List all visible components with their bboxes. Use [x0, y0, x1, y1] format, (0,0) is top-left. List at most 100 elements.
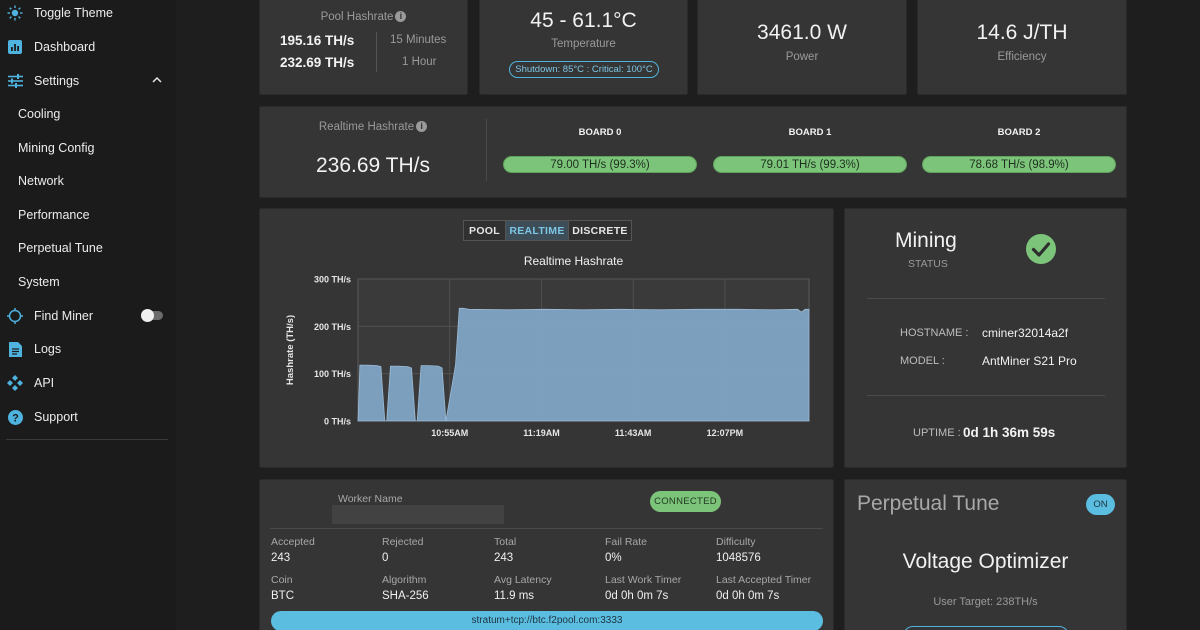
board-2-label: BOARD 2	[997, 127, 1041, 138]
coin-label: Coin	[271, 574, 293, 586]
sidebar-item-label: System	[18, 275, 60, 289]
temperature-label: Temperature	[551, 38, 616, 50]
mining-status-card: Mining STATUS HOSTNAME : cminer32014a2f …	[844, 208, 1127, 468]
sidebar-item-label: Mining Config	[18, 141, 95, 155]
mining-status-subtitle: STATUS	[908, 258, 948, 270]
sidebar-item-label: Dashboard	[34, 40, 96, 54]
total-label: Total	[494, 536, 517, 548]
info-icon[interactable]: i	[416, 121, 428, 132]
chart-x-tick-label: 11:19AM	[523, 428, 560, 438]
realtime-hashrate-title-text: Realtime Hashrate	[318, 121, 415, 133]
pool-url-button[interactable]: stratum+tcp://btc.f2pool.com:3333	[271, 611, 823, 630]
last-work-timer-label: Last Work Timer	[605, 574, 682, 586]
sidebar-item-network[interactable]: Network	[0, 166, 176, 196]
pool-divider	[270, 528, 823, 529]
realtime-divider	[486, 119, 487, 181]
sidebar-item-settings[interactable]: Settings	[0, 66, 176, 96]
chart-y-tick-label: 100 TH/s	[314, 369, 351, 379]
avg-latency-value: 11.9 ms	[494, 590, 535, 602]
pool-hashrate-title: Pool Hashrate i	[260, 11, 467, 23]
sidebar-item-label: Find Miner	[34, 309, 94, 323]
realtime-hashrate-card: Realtime Hashrate i 236.69 TH/s BOARD 0 7…	[259, 106, 1127, 198]
chart-y-tick-label: 200 TH/s	[314, 322, 351, 332]
user-target: User Target: 238TH/s	[933, 596, 1038, 608]
pool-hashrate-divider	[376, 32, 377, 72]
tab-pool[interactable]: POOL	[463, 220, 506, 241]
perpetual-tune-toggle[interactable]: ON	[1086, 494, 1115, 515]
connection-status-badge: CONNECTED	[650, 491, 721, 512]
hashrate-chart: Realtime Hashrate 0 TH/s 100 TH/s 200 TH/s 3…	[285, 254, 810, 438]
hostname-label: HOSTNAME :	[900, 327, 969, 339]
tab-discrete[interactable]: DISCRETE	[568, 220, 632, 241]
tab-realtime[interactable]: REALTIME	[505, 220, 569, 241]
chart-x-tick-label: 12:07PM	[707, 428, 744, 438]
hashrate-chart-card: POOL REALTIME DISCRETE Realtime Hashrate…	[259, 208, 834, 468]
board-0-label: BOARD 0	[578, 127, 622, 138]
last-accepted-timer-label: Last Accepted Timer	[716, 574, 812, 586]
board-0-hashrate-bar: 79.00 TH/s (99.3%)	[503, 156, 697, 173]
model-label: MODEL :	[900, 355, 945, 367]
board-1-label: BOARD 1	[788, 127, 832, 138]
perpetual-tune-card: Perpetual Tune ON Voltage Optimizer User…	[844, 479, 1127, 630]
fail-rate-label: Fail Rate	[605, 536, 648, 548]
find-miner-toggle[interactable]	[141, 309, 163, 322]
check-circle-icon	[1026, 234, 1056, 264]
sidebar-item-dashboard[interactable]: Dashboard	[0, 32, 176, 62]
sidebar-item-label: Logs	[34, 342, 62, 356]
sidebar-divider	[6, 439, 168, 440]
sidebar-item-api[interactable]: API	[0, 368, 176, 398]
perpetual-tune-title: Perpetual Tune	[857, 492, 1000, 515]
chart-tabs: POOL REALTIME DISCRETE	[463, 220, 632, 241]
power-label: Power	[785, 51, 819, 63]
pool-hashrate-15m-label: 15 Minutes	[390, 34, 447, 46]
document-icon	[7, 341, 23, 357]
chart-x-tick-label: 11:43AM	[615, 428, 652, 438]
crosshair-icon	[7, 308, 23, 324]
info-icon[interactable]: i	[395, 11, 407, 22]
algorithm-label: Algorithm	[382, 574, 427, 586]
sidebar-item-label: Network	[18, 174, 64, 188]
rejected-label: Rejected	[382, 536, 424, 548]
sidebar: Toggle Theme Dashboard Settings Cooling …	[0, 0, 176, 630]
efficiency-card: 14.6 J/TH Efficiency	[917, 0, 1127, 95]
perpetual-tune-action-button[interactable]	[903, 626, 1069, 630]
chevron-up-icon[interactable]	[152, 75, 162, 85]
hostname-value: cminer32014a2f	[982, 326, 1069, 340]
difficulty-value: 1048576	[716, 552, 761, 564]
sidebar-item-perpetual-tune[interactable]: Perpetual Tune	[0, 233, 176, 263]
sidebar-item-label: Cooling	[18, 107, 61, 121]
sidebar-item-label: Settings	[34, 74, 80, 88]
chart-area-series	[357, 307, 810, 422]
sidebar-item-label: Support	[34, 410, 78, 424]
sidebar-item-system[interactable]: System	[0, 267, 176, 297]
pool-hashrate-15m-value: 195.16 TH/s	[280, 33, 355, 48]
sidebar-item-mining-config[interactable]: Mining Config	[0, 133, 176, 163]
sidebar-item-find-miner[interactable]: Find Miner	[0, 301, 176, 331]
sidebar-item-support[interactable]: ? Support	[0, 402, 176, 432]
temperature-value: 45 - 61.1°C	[530, 9, 637, 32]
worker-name-label: Worker Name	[338, 493, 403, 505]
sun-icon	[7, 5, 23, 21]
board-1-hashrate-bar: 79.01 TH/s (99.3%)	[713, 156, 907, 173]
sidebar-item-logs[interactable]: Logs	[0, 334, 176, 364]
coin-value: BTC	[271, 590, 294, 602]
sliders-icon	[7, 73, 23, 89]
realtime-hashrate-value: 236.69 TH/s	[315, 154, 430, 177]
temperature-card: 45 - 61.1°C Temperature Shutdown: 85°C :…	[479, 0, 688, 95]
uptime-label: UPTIME :	[913, 427, 961, 439]
help-icon: ?	[7, 409, 23, 425]
difficulty-label: Difficulty	[716, 536, 756, 548]
status-divider-bottom	[867, 395, 1105, 396]
last-work-timer-value: 0d 0h 0m 7s	[605, 590, 669, 602]
mining-status-title: Mining	[895, 229, 957, 252]
sidebar-item-toggle-theme[interactable]: Toggle Theme	[0, 0, 176, 28]
sidebar-item-performance[interactable]: Performance	[0, 200, 176, 230]
sidebar-item-label: Performance	[18, 208, 90, 222]
realtime-hashrate-title: Realtime Hashrate i	[260, 121, 486, 133]
pool-hashrate-card: Pool Hashrate i 195.16 TH/s 232.69 TH/s 1…	[259, 0, 468, 95]
sidebar-item-cooling[interactable]: Cooling	[0, 99, 176, 129]
chart-icon	[7, 39, 23, 55]
fail-rate-value: 0%	[605, 552, 622, 564]
voltage-optimizer-mode: Voltage Optimizer	[902, 550, 1069, 573]
last-accepted-timer-value: 0d 0h 0m 7s	[716, 590, 780, 602]
